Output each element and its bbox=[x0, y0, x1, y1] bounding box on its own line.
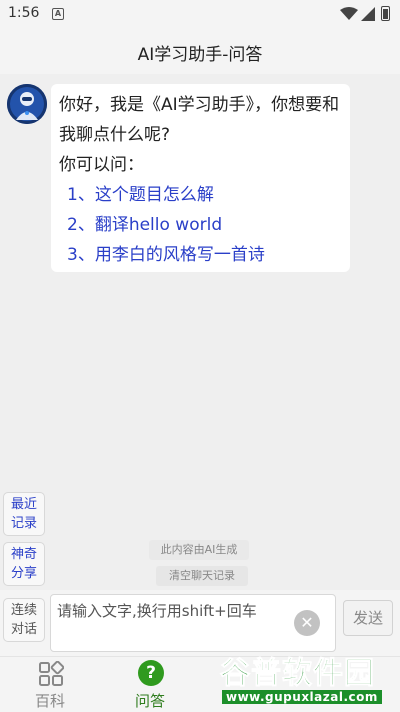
watermark-name: 谷普软件园 bbox=[220, 656, 375, 692]
bot-avatar bbox=[7, 84, 47, 124]
notification-icon: A bbox=[52, 8, 64, 20]
chat-area: 你好，我是《AI学习助手》，你想要和我聊点什么呢? 你可以问： 1、这个题目怎么… bbox=[0, 74, 400, 590]
clear-history-button[interactable]: 清空聊天记录 bbox=[156, 566, 248, 586]
tab-baike[interactable]: 百科 bbox=[10, 657, 90, 712]
recent-records-button[interactable]: 最近 记录 bbox=[3, 492, 45, 536]
clear-input-icon[interactable]: ✕ bbox=[294, 610, 320, 636]
tab-wenda[interactable]: ? 问答 bbox=[110, 657, 190, 712]
tab-wenda-label: 问答 bbox=[134, 692, 165, 710]
magic-share-button[interactable]: 神奇 分享 bbox=[3, 542, 45, 586]
wifi-icon bbox=[340, 7, 358, 20]
page-title: AI学习助手-问答 bbox=[137, 45, 263, 65]
grid-icon bbox=[39, 661, 64, 686]
watermark-url: www.gupuxlazal.com bbox=[222, 690, 382, 704]
input-bar: 连续 对话 请输入文字,换行用shift+回车 ✕ 发送 bbox=[0, 590, 400, 656]
suggestion-solve-problem[interactable]: 1、这个题目怎么解 bbox=[59, 180, 342, 210]
battery-icon bbox=[381, 6, 390, 21]
status-time: 1:56 bbox=[8, 5, 40, 21]
robot-icon bbox=[7, 84, 47, 124]
suggestion-poem[interactable]: 3、用李白的风格写一首诗 bbox=[59, 240, 342, 270]
bot-greeting: 你好，我是《AI学习助手》，你想要和我聊点什么呢? bbox=[59, 95, 340, 145]
watermark-logo: 谷普软件园 www.gupuxlazal.com bbox=[218, 648, 400, 712]
title-bar: AI学习助手-问答 bbox=[0, 28, 400, 74]
question-icon: ? bbox=[138, 660, 164, 686]
status-bar: 1:56 A bbox=[0, 0, 400, 28]
continuous-dialog-button[interactable]: 连续 对话 bbox=[3, 598, 45, 642]
ai-generated-notice: 此内容由AI生成 bbox=[149, 540, 249, 560]
bot-prompt: 你可以问： bbox=[59, 155, 144, 175]
signal-icon bbox=[361, 7, 375, 21]
send-button[interactable]: 发送 bbox=[343, 600, 393, 636]
tab-baike-label: 百科 bbox=[34, 692, 65, 710]
suggestion-translate[interactable]: 2、翻译hello world bbox=[59, 210, 342, 240]
bot-message-bubble: 你好，我是《AI学习助手》，你想要和我聊点什么呢? 你可以问： 1、这个题目怎么… bbox=[51, 84, 350, 272]
